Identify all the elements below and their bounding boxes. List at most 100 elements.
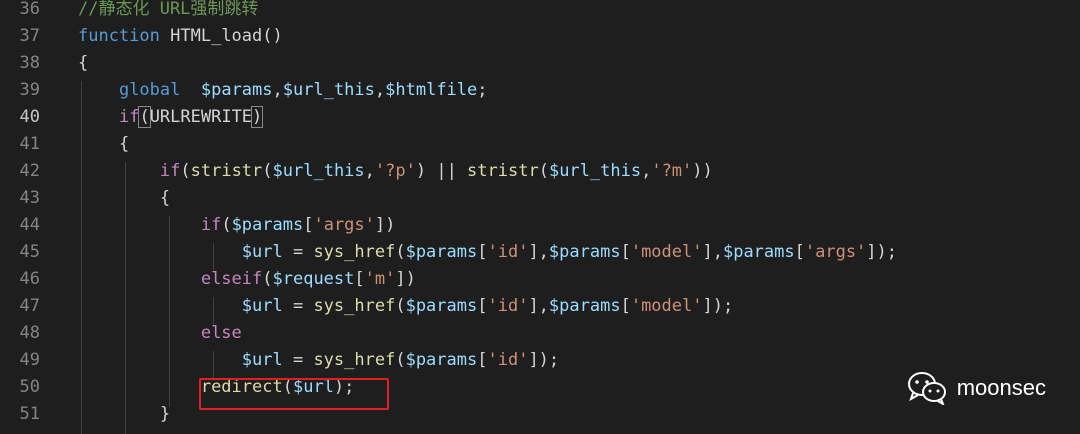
code-editor[interactable]: 36 //静态化 URL强制跳转 37 function HTML_load() 38 {…: [0, 0, 1080, 434]
code-token: $params: [405, 350, 478, 370]
code-token: ]): [395, 269, 416, 289]
code-token: '?m': [651, 161, 693, 181]
line-number: 50: [19, 377, 40, 397]
code-token: {: [118, 134, 130, 154]
code-token: 'm': [364, 269, 396, 289]
code-line[interactable]: 48 else: [0, 320, 1080, 347]
code-token: ,: [272, 80, 283, 100]
line-number: 45: [19, 242, 40, 262]
code-line[interactable]: 39 global $params,$url_this,$htmlfile;: [0, 77, 1080, 104]
code-token: //静态化 URL强制跳转: [78, 0, 259, 19]
code-token: =: [282, 350, 314, 370]
indent-guide: [169, 216, 170, 407]
code-token: $url_this: [548, 161, 642, 181]
code-token: $url_this: [272, 161, 365, 181]
code-token: (: [262, 161, 273, 181]
code-token: stristr: [467, 161, 539, 181]
code-token: if: [200, 215, 222, 235]
code-token: ]);: [866, 242, 898, 262]
code-token: URLREWRITE: [149, 107, 253, 127]
code-text: //静态化 URL强制跳转: [78, 0, 258, 23]
code-token: [: [794, 242, 805, 262]
code-token: $params: [548, 296, 621, 316]
code-line[interactable]: 40 if(URLREWRITE): [0, 104, 1080, 131]
indent-guide: [81, 81, 82, 434]
code-token: [: [477, 242, 488, 262]
code-text: else: [78, 320, 242, 347]
code-token: {: [159, 188, 171, 208]
code-token: ,: [641, 161, 652, 181]
code-line[interactable]: 45 $url = sys_href($params['id'],$params…: [0, 239, 1080, 266]
code-line[interactable]: 42 if(stristr($url_this,'?p') || stristr…: [0, 158, 1080, 185]
code-token: sys_href: [313, 350, 396, 370]
code-token: '?p': [374, 161, 416, 181]
code-token: 'id': [487, 350, 529, 370]
code-line[interactable]: 43 {: [0, 185, 1080, 212]
code-token: 'id': [487, 242, 529, 262]
code-token: {: [78, 53, 89, 73]
line-number: 48: [19, 323, 40, 343]
code-token: ],: [528, 296, 549, 316]
code-token: 'model': [630, 296, 703, 316]
code-token: ,: [374, 80, 386, 100]
code-token: $url_this: [282, 80, 375, 100]
code-text: $url = sys_href($params['id'],$params['m…: [78, 239, 897, 266]
code-token: HTML_load: [170, 26, 263, 46]
code-token: $url: [241, 242, 283, 262]
code-token: 'id': [487, 296, 529, 316]
code-token: (: [395, 350, 406, 370]
indent-guide: [125, 162, 126, 434]
code-text: global $params,$url_this,$htmlfile;: [78, 77, 488, 104]
code-text: elseif($request['m']): [78, 266, 416, 293]
code-token: sys_href: [313, 242, 396, 262]
code-token: else: [200, 323, 242, 343]
code-token: ) ||: [415, 161, 468, 181]
code-token: $params: [231, 215, 304, 235]
code-line[interactable]: 38 {: [0, 50, 1080, 77]
code-token: ;: [477, 80, 488, 100]
code-token: $htmlfile: [385, 80, 478, 100]
line-number: 39: [19, 80, 40, 100]
code-line[interactable]: 46 elseif($request['m']): [0, 266, 1080, 293]
code-line[interactable]: 41 {: [0, 131, 1080, 158]
code-token: 'args': [804, 242, 867, 262]
line-number: 36: [19, 0, 40, 19]
code-line[interactable]: 36 //静态化 URL强制跳转: [0, 0, 1080, 23]
line-number: 46: [19, 269, 40, 289]
code-token: ],: [528, 242, 549, 262]
code-token: global: [118, 80, 181, 100]
indent-guide: [213, 351, 214, 378]
code-token: if: [118, 107, 140, 127]
code-text: {: [78, 131, 129, 158]
code-line[interactable]: 47 $url = sys_href($params['id'],$params…: [0, 293, 1080, 320]
code-token: ]);: [702, 296, 734, 316]
code-token: ]): [374, 215, 396, 235]
line-number: 47: [19, 296, 40, 316]
code-token: =: [282, 296, 314, 316]
code-line[interactable]: 37 function HTML_load(): [0, 23, 1080, 50]
redirect-highlight-box: [199, 378, 389, 410]
line-number: 38: [19, 53, 40, 73]
code-token: =: [282, 242, 314, 262]
code-line[interactable]: 44 if($params['args']): [0, 212, 1080, 239]
code-token: }: [159, 404, 171, 424]
watermark-text: moonsec: [956, 375, 1046, 400]
code-token: [: [620, 296, 631, 316]
code-token: 'model': [630, 242, 703, 262]
code-text: $url = sys_href($params['id'],$params['m…: [78, 293, 733, 320]
line-number: 37: [19, 26, 40, 46]
code-token: (: [221, 215, 232, 235]
code-token: ): [251, 106, 264, 128]
indent-guide: [213, 297, 214, 324]
code-text: $url = sys_href($params['id']);: [78, 347, 559, 374]
code-token: [: [303, 215, 314, 235]
code-token: (): [262, 26, 283, 46]
